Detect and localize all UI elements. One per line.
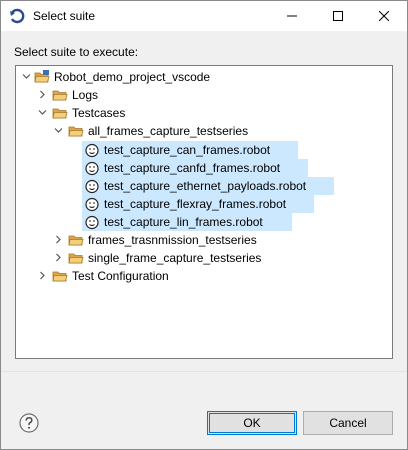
minimize-icon xyxy=(287,15,297,17)
robot-file-icon xyxy=(85,161,99,176)
chevron-right-icon[interactable] xyxy=(38,271,47,280)
tree-node-file[interactable]: test_capture_lin_frames.robot xyxy=(82,213,292,231)
tree-node-label: Test Configuration xyxy=(72,269,169,283)
tree-node-logs[interactable]: Logs xyxy=(16,86,392,104)
robot-file-icon xyxy=(85,197,99,212)
tree-node-file[interactable]: test_capture_ethernet_payloads.robot xyxy=(82,177,334,195)
file-label: test_capture_ethernet_payloads.robot xyxy=(104,179,307,193)
folder-icon xyxy=(52,271,68,282)
chevron-down-icon[interactable] xyxy=(54,126,63,135)
chevron-right-icon[interactable] xyxy=(54,253,63,262)
tree-node-test-configuration[interactable]: Test Configuration xyxy=(16,267,392,285)
select-suite-dialog: Select suite Select suite to execute: Ro… xyxy=(0,0,408,450)
tree-node-label: Robot_demo_project_vscode xyxy=(54,70,211,84)
project-folder-icon xyxy=(34,70,50,83)
folder-icon xyxy=(52,108,68,119)
minimize-button[interactable] xyxy=(269,1,315,31)
chevron-right-icon[interactable] xyxy=(54,235,63,244)
tree-node-label: Testcases xyxy=(72,106,126,120)
folder-icon xyxy=(68,235,84,246)
tree-node-label: all_frames_capture_testseries xyxy=(88,124,249,138)
robot-file-icon xyxy=(85,215,99,230)
footer-divider xyxy=(1,371,407,372)
chevron-right-icon[interactable] xyxy=(38,90,47,99)
maximize-button[interactable] xyxy=(315,1,361,31)
dialog-title: Select suite xyxy=(33,9,96,23)
tree-node-label: single_frame_capture_testseries xyxy=(88,251,262,265)
tree-node-label: frames_trasnmission_testseries xyxy=(88,233,257,247)
chevron-down-icon[interactable] xyxy=(38,108,47,117)
file-label: test_capture_flexray_frames.robot xyxy=(104,197,287,211)
close-button[interactable] xyxy=(361,1,407,31)
tree-node-file[interactable]: test_capture_canfd_frames.robot xyxy=(82,159,308,177)
suite-tree[interactable]: Robot_demo_project_vscode Logs Testcases xyxy=(15,65,393,359)
maximize-icon xyxy=(333,11,343,21)
title-bar[interactable]: Select suite xyxy=(1,1,407,31)
tree-node-root[interactable]: Robot_demo_project_vscode xyxy=(16,68,392,86)
help-icon[interactable] xyxy=(19,413,39,433)
robot-file-icon xyxy=(85,143,99,158)
cancel-button[interactable]: Cancel xyxy=(303,411,393,435)
instruction-label: Select suite to execute: xyxy=(14,45,139,59)
tree-node-all-frames-capture[interactable]: all_frames_capture_testseries xyxy=(16,122,392,140)
folder-icon xyxy=(68,253,84,264)
tree-node-label: Logs xyxy=(72,88,99,102)
ok-button[interactable]: OK xyxy=(207,411,297,435)
tree-node-frames-transmission[interactable]: frames_trasnmission_testseries xyxy=(16,231,392,249)
close-icon xyxy=(379,11,389,21)
folder-icon xyxy=(68,126,84,137)
eclipse-refresh-icon xyxy=(10,8,25,24)
tree-node-file[interactable]: test_capture_can_frames.robot xyxy=(82,141,298,159)
tree-node-file[interactable]: test_capture_flexray_frames.robot xyxy=(82,195,314,213)
folder-icon xyxy=(52,90,68,101)
tree-node-testcases[interactable]: Testcases xyxy=(16,104,392,122)
file-label: test_capture_can_frames.robot xyxy=(104,143,271,157)
tree-node-single-frame-capture[interactable]: single_frame_capture_testseries xyxy=(16,249,392,267)
robot-file-icon xyxy=(85,179,99,194)
file-label: test_capture_canfd_frames.robot xyxy=(104,161,281,175)
chevron-down-icon[interactable] xyxy=(22,72,31,81)
file-label: test_capture_lin_frames.robot xyxy=(104,215,263,229)
